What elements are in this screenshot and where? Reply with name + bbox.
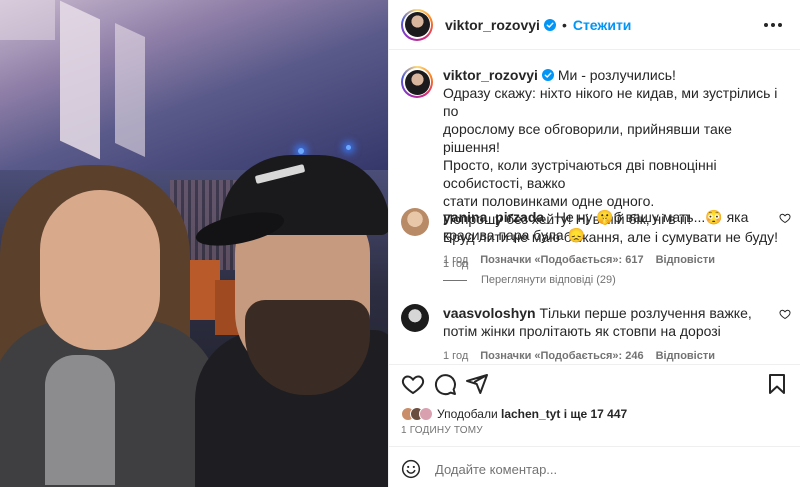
- photo-person-face: [40, 190, 160, 350]
- comment-username[interactable]: vaasvoloshyn: [443, 305, 536, 321]
- more-icon[interactable]: [764, 16, 784, 34]
- comment-body: vaasvoloshyn Тільки перше розлучення важ…: [443, 304, 761, 340]
- photo-person-shirt: [45, 355, 115, 485]
- post-side-panel: viktor_rozovyi • Стежити viktor_rozovyi …: [389, 0, 800, 487]
- caption-avatar-frame: [403, 68, 431, 96]
- likes-suffix[interactable]: і ще 17 447: [564, 407, 628, 421]
- comment-avatar[interactable]: [401, 304, 429, 332]
- photo-stage-light: [346, 145, 351, 150]
- comment-meta: 1 год Позначки «Подобається»: 246 Відпов…: [443, 350, 791, 362]
- add-comment-input[interactable]: [435, 461, 735, 477]
- view-replies-button[interactable]: Переглянути відповіді (29): [443, 274, 616, 286]
- comment-meta: 1 год Позначки «Подобається»: 617 Відпов…: [443, 254, 791, 266]
- comment-heart-icon[interactable]: [779, 212, 791, 224]
- add-comment-row: [401, 457, 791, 481]
- comment-time: 1 год: [443, 254, 469, 266]
- author-avatar[interactable]: [401, 8, 433, 41]
- likes-user[interactable]: lachen_tyt: [501, 407, 560, 421]
- author-avatar-image: [404, 12, 430, 37]
- comment-heart-icon[interactable]: [779, 308, 791, 320]
- photo-ceiling-beam: [60, 0, 100, 160]
- comment-likes-count[interactable]: Позначки «Подобається»: 246: [480, 350, 643, 362]
- caption-first-line: viktor_rozovyi Ми - розлучились!: [443, 66, 791, 84]
- bookmark-icon[interactable]: [765, 372, 789, 396]
- comment-time: 1 год: [443, 350, 469, 362]
- comment-body: yanina_pirzada_ Не ну 🤫б вашу мать...😳 я…: [443, 208, 761, 244]
- likes-prefix: Уподобали: [437, 407, 498, 421]
- emoji-icon[interactable]: [401, 459, 421, 479]
- heart-icon[interactable]: [401, 372, 425, 396]
- photo-ceiling: [0, 0, 388, 170]
- likes-summary[interactable]: Уподобали lachen_tyt і ще 17 447: [401, 404, 627, 424]
- comment-reply-button[interactable]: Відповісти: [656, 254, 715, 266]
- view-replies-line: [443, 279, 467, 281]
- comment-item: yanina_pirzada_ Не ну 🤫б вашу мать...😳 я…: [401, 208, 791, 266]
- caption-line: Одразу скажу: ніхто нікого не кидав, ми …: [443, 85, 778, 119]
- post-actions-bar: [401, 372, 791, 396]
- post-header: viktor_rozovyi • Стежити: [389, 0, 800, 50]
- comment-username[interactable]: yanina_pirzada_: [443, 209, 552, 225]
- comment-reply-button[interactable]: Відповісти: [656, 350, 715, 362]
- caption-line: Ми - розлучились!: [557, 67, 676, 83]
- comment-avatar[interactable]: [401, 208, 429, 236]
- author-avatar-frame: [403, 10, 431, 39]
- header-separator: •: [561, 16, 567, 33]
- add-comment-divider: [389, 446, 800, 447]
- verified-icon: [541, 69, 554, 81]
- comment-item: vaasvoloshyn Тільки перше розлучення важ…: [401, 304, 791, 362]
- photo-stage-light: [298, 148, 304, 154]
- caption-avatar[interactable]: [401, 66, 433, 98]
- post-timestamp: 1 ГОДИНУ ТОМУ: [401, 425, 483, 436]
- verified-icon: [543, 18, 556, 31]
- photo-ceiling-beam: [0, 0, 55, 40]
- comment-likes-count[interactable]: Позначки «Подобається»: 617: [480, 254, 643, 266]
- caption-avatar-image: [404, 69, 430, 95]
- liker-avatar: [419, 407, 433, 421]
- share-icon[interactable]: [465, 372, 489, 396]
- author-username[interactable]: viktor_rozovyi: [445, 17, 540, 33]
- photo-ceiling-beam: [115, 23, 145, 157]
- caption-username[interactable]: viktor_rozovyi: [443, 67, 538, 83]
- actions-divider: [389, 364, 800, 365]
- caption-line: Просто, коли зустрічаються дві повноцінн…: [443, 157, 717, 191]
- view-replies-label: Переглянути відповіді (29): [481, 274, 616, 286]
- follow-button[interactable]: Стежити: [573, 17, 632, 33]
- likes-text: Уподобали lachen_tyt і ще 17 447: [437, 407, 627, 421]
- caption-line: дорослому все обговорили, прийнявши таке…: [443, 121, 732, 155]
- comment-icon[interactable]: [433, 372, 457, 396]
- post-photo[interactable]: [0, 0, 388, 487]
